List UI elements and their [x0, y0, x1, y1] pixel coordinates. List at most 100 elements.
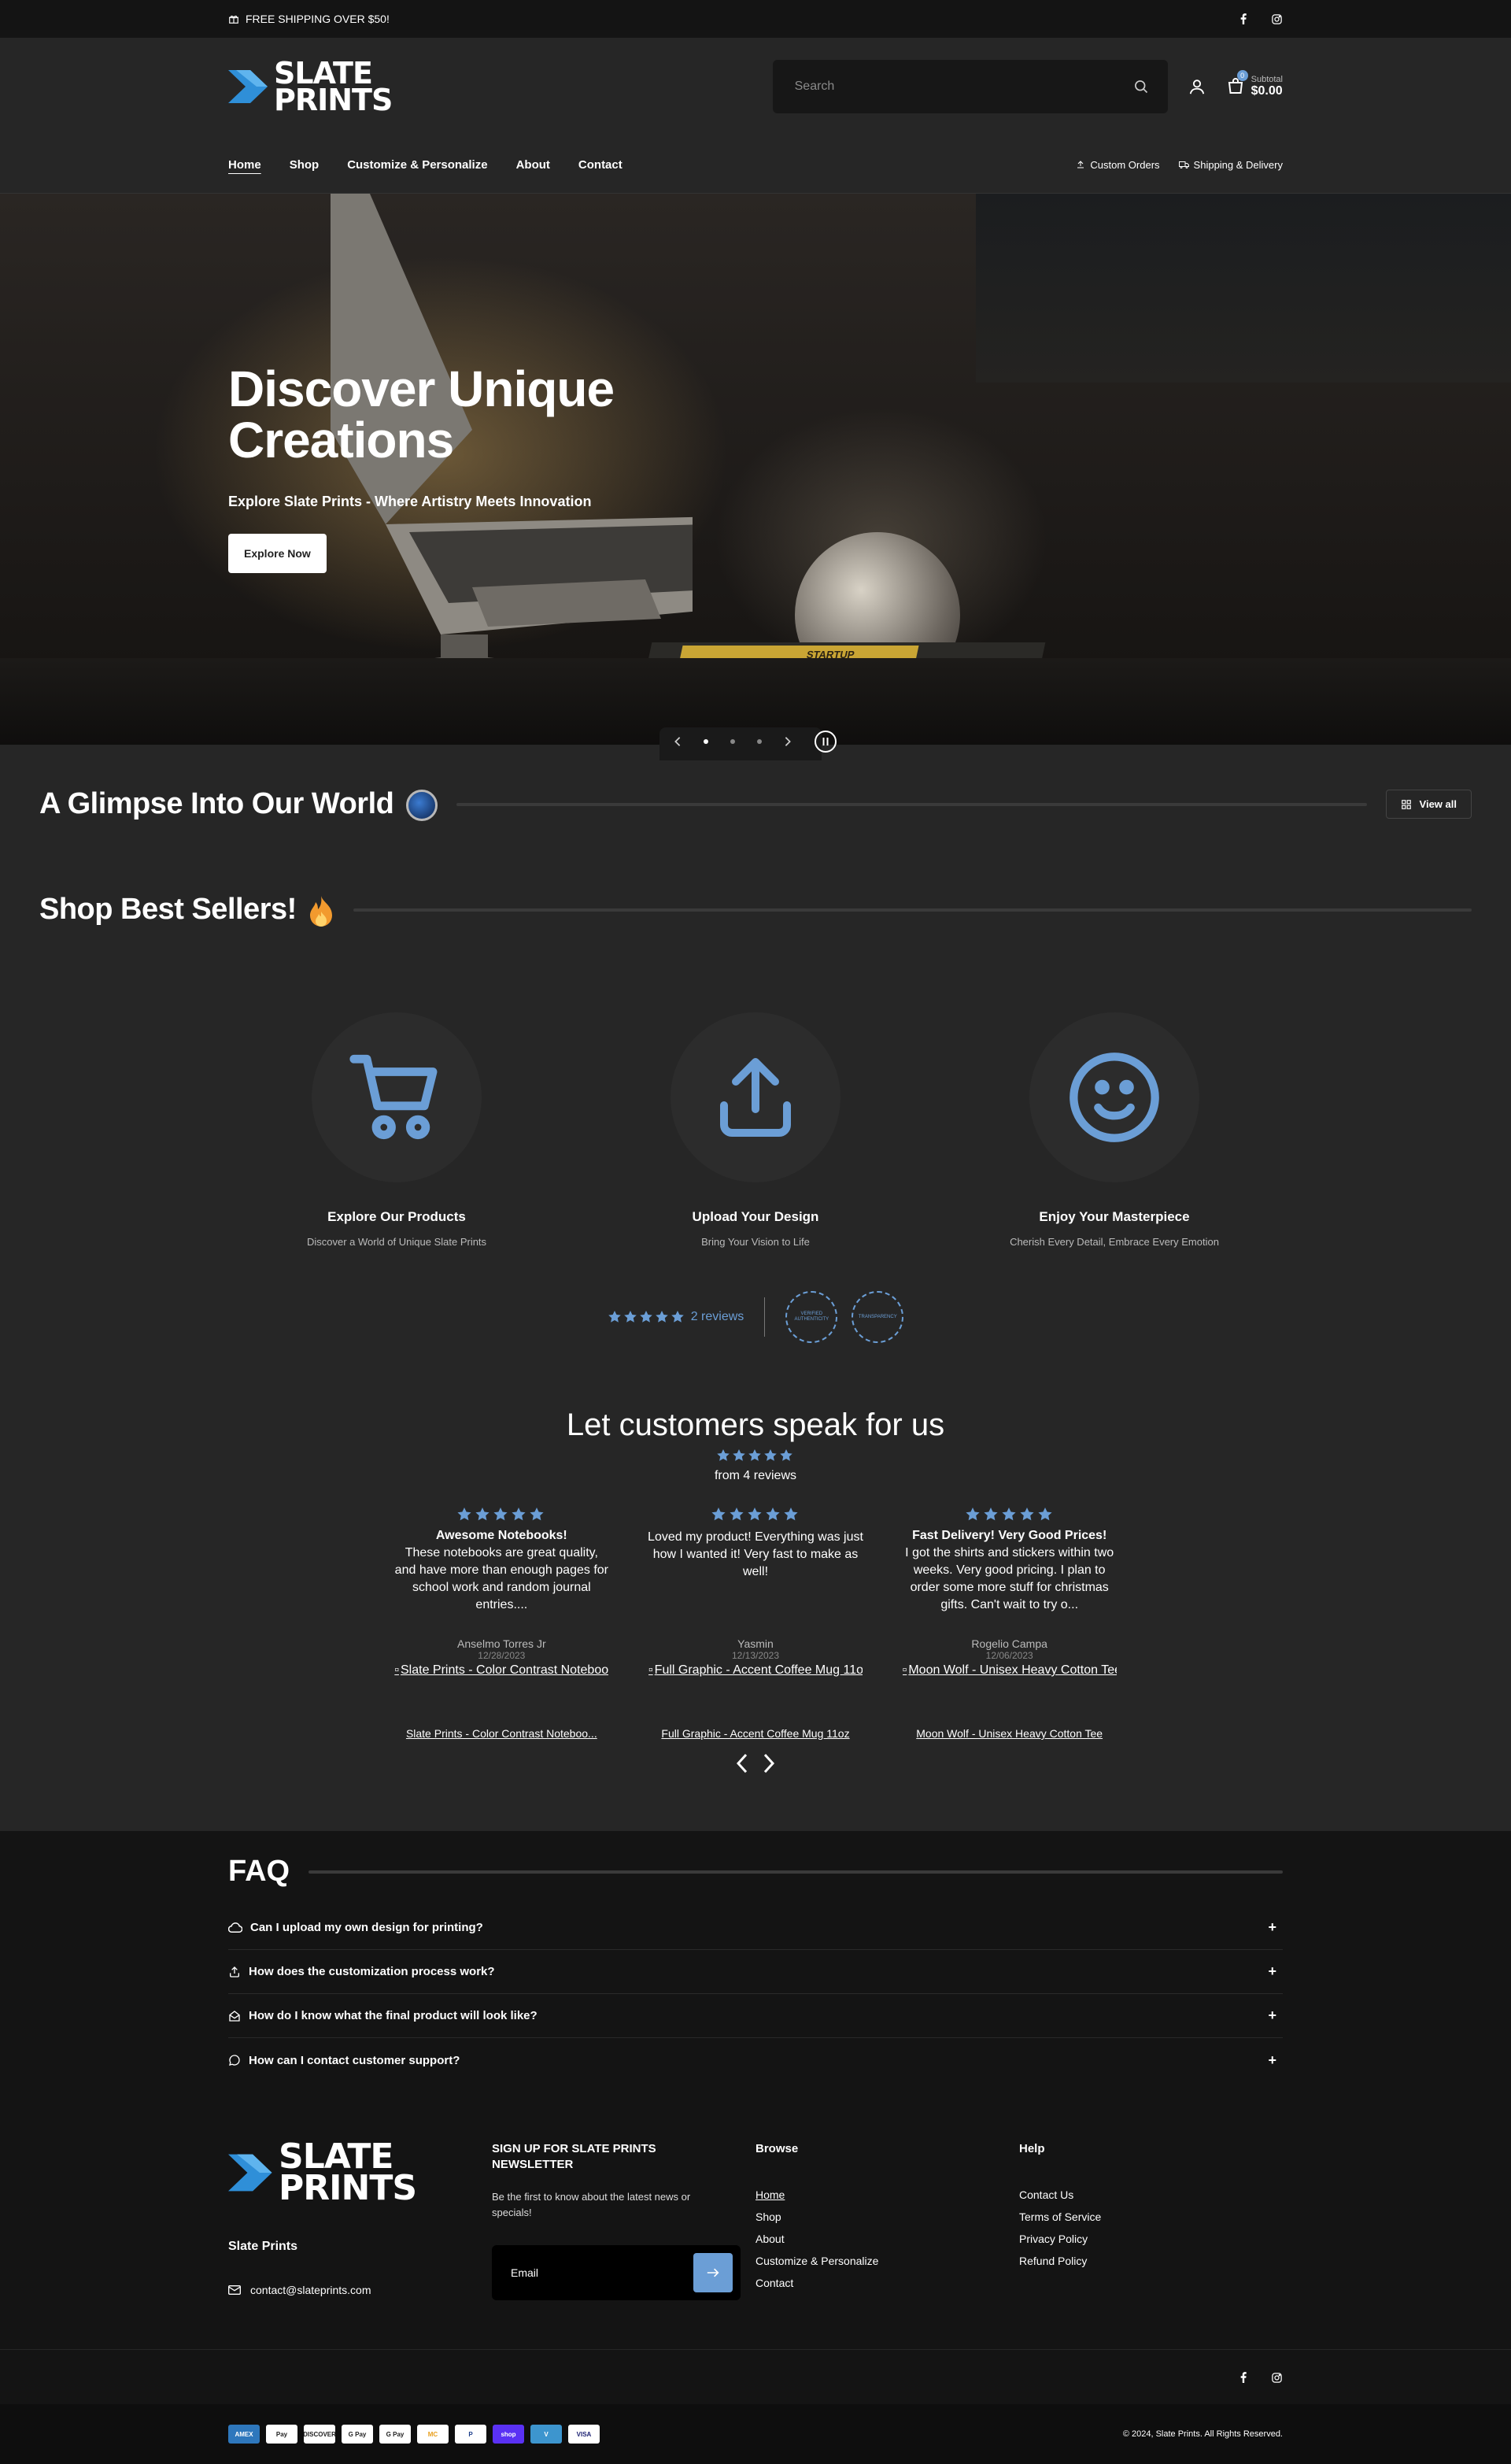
- best-sellers-header: Shop Best Sellers!: [39, 893, 1472, 927]
- review-product-link[interactable]: Moon Wolf - Unisex Heavy Cotton Tee: [916, 1727, 1103, 1740]
- logo-chevron-icon: [228, 2154, 272, 2191]
- footer-link-shop[interactable]: Shop: [756, 2206, 1019, 2228]
- pause-icon[interactable]: [814, 730, 837, 753]
- footer-brand-column: SLATE PRINTS Slate Prints contact@slatep…: [228, 2140, 492, 2300]
- review-body: Loved my product! Everything was just ho…: [648, 1530, 863, 1579]
- search-icon[interactable]: [1133, 79, 1149, 94]
- plus-icon: +: [1268, 1919, 1276, 1935]
- shipping-label: Shipping & Delivery: [1193, 158, 1283, 171]
- account-icon[interactable]: [1188, 78, 1206, 95]
- glimpse-title-text: A Glimpse Into Our World: [39, 787, 394, 820]
- nav-customize[interactable]: Customize & Personalize: [347, 158, 487, 172]
- review-date: 12/28/2023: [478, 1650, 526, 1661]
- nav-home[interactable]: Home: [228, 158, 261, 172]
- view-all-button[interactable]: View all: [1385, 790, 1472, 819]
- review-product-image[interactable]: ▫ Full Graphic - Accent Coffee Mug 11oz: [648, 1663, 863, 1678]
- review-product-link[interactable]: Slate Prints - Color Contrast Noteboo...: [406, 1727, 597, 1740]
- cart-icon: [345, 1046, 448, 1149]
- announcement-text: FREE SHIPPING OVER $50!: [246, 13, 390, 25]
- reviewer-name: Anselmo Torres Jr: [457, 1637, 546, 1650]
- site-logo[interactable]: SLATE PRINTS: [228, 58, 393, 115]
- carousel-prev-icon[interactable]: [736, 1752, 748, 1774]
- review-product-image[interactable]: ▫ Slate Prints - Color Contrast Notebook: [394, 1663, 608, 1678]
- logo-line2: PRINTS: [279, 2167, 417, 2208]
- step-upload: Upload Your Design Bring Your Vision to …: [671, 1012, 840, 1248]
- gpay-icon: G Pay: [379, 2425, 411, 2444]
- best-sellers-divider: [353, 908, 1472, 912]
- custom-orders-label: Custom Orders: [1090, 158, 1160, 171]
- faq-item[interactable]: How do I know what the final product wil…: [228, 1994, 1283, 2038]
- review-product-link[interactable]: Full Graphic - Accent Coffee Mug 11oz: [661, 1727, 849, 1740]
- mail-icon: [228, 2285, 241, 2296]
- step-upload-subtitle: Bring Your Vision to Life: [701, 1236, 810, 1248]
- trust-reviews-link[interactable]: 2 reviews: [691, 1310, 744, 1324]
- search-input[interactable]: [794, 80, 1094, 94]
- explore-now-button[interactable]: Explore Now: [228, 533, 327, 573]
- upload-icon: [228, 1966, 241, 1978]
- review-card: Awesome Notebooks! These notebooks are g…: [393, 1507, 610, 1740]
- star-rating-icon: [717, 1449, 792, 1461]
- broken-image-icon: ▫: [902, 1663, 907, 1677]
- faq-section: FAQ Can I upload my own design for print…: [0, 1831, 1511, 2107]
- footer-link-privacy[interactable]: Privacy Policy: [1019, 2228, 1283, 2250]
- faq-title: FAQ: [228, 1855, 290, 1888]
- review-product-image[interactable]: ▫ Moon Wolf - Unisex Heavy Cotton Tee: [903, 1663, 1117, 1678]
- custom-orders-link[interactable]: Custom Orders: [1076, 158, 1160, 171]
- instagram-icon[interactable]: [1271, 13, 1283, 25]
- reviewer-name: Rogelio Campa: [971, 1637, 1047, 1650]
- review-image-alt: Moon Wolf - Unisex Heavy Cotton Tee: [908, 1663, 1117, 1677]
- nav-contact[interactable]: Contact: [578, 158, 623, 172]
- faq-question: How can I contact customer support?: [249, 2053, 460, 2067]
- newsletter-title: SIGN UP FOR SLATE PRINTS NEWSLETTER: [492, 2142, 656, 2172]
- newsletter-submit-button[interactable]: [693, 2253, 733, 2293]
- reviews-count: from 4 reviews: [714, 1469, 797, 1482]
- review-card: Loved my product! Everything was just ho…: [648, 1507, 864, 1740]
- carousel-next-icon[interactable]: [763, 1752, 775, 1774]
- faq-item[interactable]: How does the customization process work?…: [228, 1950, 1283, 1994]
- facebook-icon[interactable]: [1239, 13, 1247, 24]
- authenticity-badge: VERIFIED AUTHENTICITY: [785, 1291, 838, 1343]
- footer-brand-name: Slate Prints: [228, 2240, 298, 2254]
- cart-button[interactable]: 0 Subtotal $0.00: [1226, 70, 1283, 98]
- newsletter-email-input[interactable]: [511, 2266, 668, 2280]
- slide-dot-3[interactable]: [757, 739, 762, 744]
- google-pay-icon: G Pay: [342, 2425, 373, 2444]
- slide-prev-icon[interactable]: [674, 736, 682, 747]
- review-card: Fast Delivery! Very Good Prices! I got t…: [901, 1507, 1118, 1740]
- footer-link-about[interactable]: About: [756, 2228, 1019, 2250]
- moon-icon: [406, 789, 438, 821]
- subtotal-label: Subtotal: [1251, 75, 1283, 85]
- trust-stars: 2 reviews: [608, 1310, 744, 1324]
- star-rating-icon: [457, 1508, 544, 1521]
- star-rating-icon: [966, 1508, 1052, 1521]
- newsletter-form: [492, 2245, 741, 2301]
- site-header: SLATE PRINTS 0 Subtotal $0.00: [0, 38, 1511, 194]
- footer-logo[interactable]: SLATE PRINTS: [228, 2140, 492, 2208]
- footer-link-contact[interactable]: Contact: [756, 2272, 1019, 2294]
- footer-email[interactable]: contact@slateprints.com: [228, 2284, 492, 2296]
- footer-link-contact-us[interactable]: Contact Us: [1019, 2184, 1283, 2206]
- faq-question: How does the customization process work?: [249, 1965, 495, 1978]
- nav-shop[interactable]: Shop: [290, 158, 320, 172]
- instagram-icon[interactable]: [1271, 2372, 1283, 2384]
- nav-about[interactable]: About: [516, 158, 550, 172]
- hero-title-line2: Creations: [228, 412, 454, 469]
- slide-dot-1[interactable]: [704, 739, 708, 744]
- shipping-link[interactable]: Shipping & Delivery: [1178, 158, 1283, 171]
- venmo-icon: V: [530, 2425, 562, 2444]
- gift-icon: [228, 13, 239, 24]
- review-image-alt: Full Graphic - Accent Coffee Mug 11oz: [654, 1663, 863, 1677]
- apple-pay-icon: Pay: [266, 2425, 297, 2444]
- footer-link-refund[interactable]: Refund Policy: [1019, 2250, 1283, 2272]
- facebook-icon[interactable]: [1239, 2372, 1247, 2383]
- slide-next-icon[interactable]: [784, 736, 792, 747]
- footer-link-terms[interactable]: Terms of Service: [1019, 2206, 1283, 2228]
- slide-dot-2[interactable]: [730, 739, 735, 744]
- faq-item[interactable]: Can I upload my own design for printing?…: [228, 1906, 1283, 1950]
- hero-subtitle: Explore Slate Prints - Where Artistry Me…: [228, 493, 592, 509]
- step-explore-title: Explore Our Products: [327, 1209, 466, 1224]
- glimpse-divider: [456, 802, 1367, 806]
- footer-link-customize[interactable]: Customize & Personalize: [756, 2250, 1019, 2272]
- faq-item[interactable]: How can I contact customer support? +: [228, 2038, 1283, 2082]
- footer-link-home[interactable]: Home: [756, 2184, 1019, 2206]
